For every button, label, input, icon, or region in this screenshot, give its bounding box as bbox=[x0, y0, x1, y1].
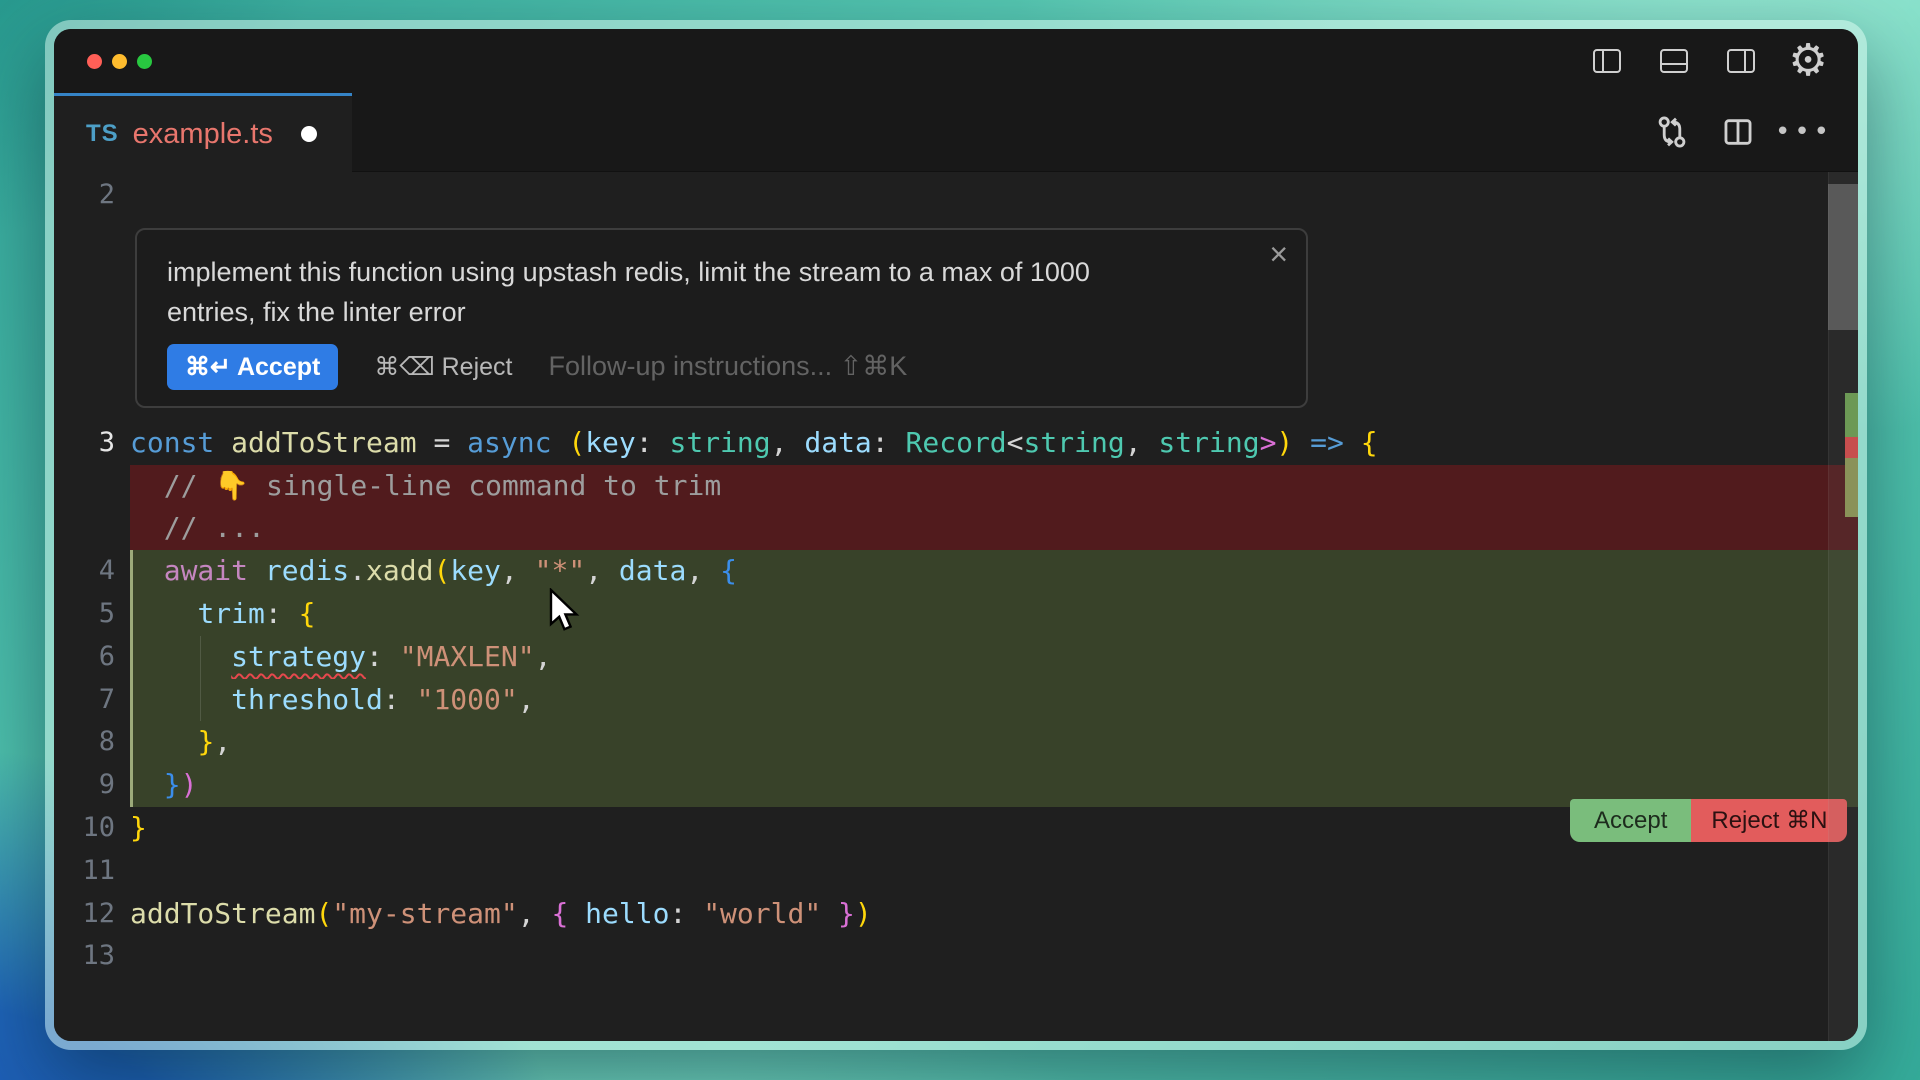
traffic-lights bbox=[87, 54, 152, 69]
line-number[interactable] bbox=[54, 507, 130, 550]
code-text[interactable]: }, bbox=[130, 721, 1858, 764]
line-number[interactable] bbox=[54, 465, 130, 508]
line-number[interactable]: 6 bbox=[54, 636, 130, 679]
code-text[interactable] bbox=[130, 174, 1858, 217]
tab-bar: TS example.ts •• bbox=[54, 93, 1858, 172]
gear-glyph: ⚙ bbox=[1788, 41, 1827, 81]
close-window-button[interactable] bbox=[87, 54, 102, 69]
rows-top: 2 bbox=[54, 174, 1858, 217]
code-text[interactable]: threshold: "1000", bbox=[130, 679, 1858, 722]
code-line[interactable]: 2 bbox=[54, 174, 1858, 217]
line-number[interactable]: 12 bbox=[54, 893, 130, 936]
overview-ruler-added-mark bbox=[1845, 393, 1858, 437]
line-number[interactable]: 3 bbox=[54, 422, 130, 465]
rows-bottom: 3const addToStream = async (key: string,… bbox=[54, 422, 1858, 978]
code-line[interactable]: 5 trim: { bbox=[54, 593, 1858, 636]
split-editor-icon[interactable] bbox=[1718, 112, 1758, 152]
titlebar-icons: ⚙ bbox=[1587, 41, 1828, 81]
unsaved-changes-dot[interactable] bbox=[301, 126, 317, 142]
overview-ruler-modified-mark bbox=[1845, 458, 1858, 517]
scrollbar-track[interactable] bbox=[1828, 172, 1858, 1041]
line-number[interactable]: 8 bbox=[54, 721, 130, 764]
code-line[interactable]: 11 bbox=[54, 850, 1858, 893]
indent-guide bbox=[200, 636, 201, 679]
more-actions-glyph: ••• bbox=[1775, 117, 1833, 147]
code-line[interactable]: 8 }, bbox=[54, 721, 1858, 764]
prompt-actions: ⌘↵ Accept ⌘⌫ Reject Follow-up instructio… bbox=[167, 344, 1276, 390]
followup-instructions-input[interactable]: Follow-up instructions... ⇧⌘K bbox=[549, 351, 908, 382]
code-text[interactable]: strategy: "MAXLEN", bbox=[130, 636, 1858, 679]
diff-action-buttons: Accept Reject ⌘N bbox=[1570, 799, 1847, 842]
overview-ruler-deleted-mark bbox=[1845, 437, 1858, 458]
code-text[interactable]: const addToStream = async (key: string, … bbox=[130, 422, 1858, 465]
line-number[interactable]: 2 bbox=[54, 174, 130, 217]
mouse-cursor bbox=[548, 588, 582, 639]
code-text[interactable] bbox=[130, 850, 1858, 893]
code-text[interactable]: // ... bbox=[130, 507, 1858, 550]
app-window-frame: ⚙ TS example.ts bbox=[45, 20, 1867, 1050]
line-number[interactable]: 9 bbox=[54, 764, 130, 807]
code-line[interactable]: 6 strategy: "MAXLEN", bbox=[54, 636, 1858, 679]
diff-accept-button[interactable]: Accept bbox=[1570, 799, 1691, 842]
code-text[interactable] bbox=[130, 935, 1858, 978]
line-number[interactable]: 7 bbox=[54, 679, 130, 722]
code-area: 2 × implement this function using upstas… bbox=[54, 172, 1858, 1041]
line-number[interactable]: 5 bbox=[54, 593, 130, 636]
code-line[interactable]: 3const addToStream = async (key: string,… bbox=[54, 422, 1858, 465]
prompt-accept-button[interactable]: ⌘↵ Accept bbox=[167, 344, 338, 390]
zoom-window-button[interactable] bbox=[137, 54, 152, 69]
tab-filename: example.ts bbox=[133, 118, 273, 151]
more-actions-icon[interactable]: ••• bbox=[1784, 112, 1824, 152]
code-text[interactable]: trim: { bbox=[130, 593, 1858, 636]
line-number[interactable]: 4 bbox=[54, 550, 130, 593]
code-line[interactable]: 12addToStream("my-stream", { hello: "wor… bbox=[54, 893, 1858, 936]
titlebar: ⚙ bbox=[54, 29, 1858, 93]
typescript-file-icon: TS bbox=[86, 120, 119, 148]
code-line[interactable]: 4 await redis.xadd(key, "*", data, { bbox=[54, 550, 1858, 593]
tab-example-ts[interactable]: TS example.ts bbox=[54, 93, 352, 172]
close-icon[interactable]: × bbox=[1269, 238, 1288, 270]
layout-sidebar-right-icon[interactable] bbox=[1721, 41, 1761, 81]
diff-reject-button[interactable]: Reject ⌘N bbox=[1691, 799, 1847, 842]
scrollbar-thumb[interactable] bbox=[1828, 184, 1858, 330]
editor-pane[interactable]: 2 × implement this function using upstas… bbox=[54, 172, 1858, 1041]
code-text[interactable]: // 👇 single-line command to trim bbox=[130, 465, 1858, 508]
gear-icon[interactable]: ⚙ bbox=[1788, 41, 1828, 81]
desktop: { "colors": { "accent_blue": "#2f7ce5", … bbox=[0, 0, 1920, 1080]
line-number[interactable]: 11 bbox=[54, 850, 130, 893]
line-number[interactable]: 13 bbox=[54, 935, 130, 978]
prompt-reject-button[interactable]: ⌘⌫ Reject bbox=[374, 352, 512, 382]
indent-guide bbox=[200, 679, 201, 722]
compare-changes-icon[interactable] bbox=[1652, 112, 1692, 152]
code-line[interactable]: 13 bbox=[54, 935, 1858, 978]
editor-window: ⚙ TS example.ts bbox=[54, 29, 1858, 1041]
code-line[interactable]: // 👇 single-line command to trim bbox=[54, 465, 1858, 508]
code-text[interactable]: await redis.xadd(key, "*", data, { bbox=[130, 550, 1858, 593]
prompt-text-line-2: entries, fix the linter error bbox=[167, 292, 1276, 332]
line-number[interactable]: 10 bbox=[54, 807, 130, 850]
inline-prompt-widget: × implement this function using upstash … bbox=[135, 228, 1308, 408]
minimize-window-button[interactable] bbox=[112, 54, 127, 69]
layout-sidebar-left-icon[interactable] bbox=[1587, 41, 1627, 81]
code-line[interactable]: // ... bbox=[54, 507, 1858, 550]
code-text[interactable]: addToStream("my-stream", { hello: "world… bbox=[130, 893, 1858, 936]
layout-panel-icon[interactable] bbox=[1654, 41, 1694, 81]
prompt-text-line-1: implement this function using upstash re… bbox=[167, 252, 1276, 292]
code-line[interactable]: 7 threshold: "1000", bbox=[54, 679, 1858, 722]
editor-actions: ••• bbox=[352, 93, 1858, 172]
